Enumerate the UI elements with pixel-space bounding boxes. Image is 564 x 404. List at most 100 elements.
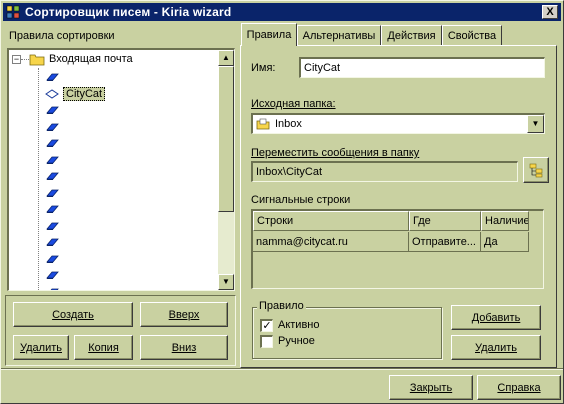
copy-button-label: Копия: [88, 341, 119, 354]
rule-icon: [46, 139, 59, 147]
column-header-where[interactable]: Где: [409, 211, 481, 231]
rule-icon: [46, 156, 59, 164]
column-header-presence[interactable]: Наличие: [481, 211, 529, 231]
tree-rule-item[interactable]: [45, 267, 59, 283]
tree-root-label: Входящая почта: [49, 53, 133, 65]
name-label: Имя:: [251, 62, 276, 74]
main-window: Сортировщик писем - Kiria wizard X Прави…: [0, 0, 564, 404]
down-button-label: Вниз: [171, 341, 197, 354]
source-folder-label: Исходная папка:: [251, 98, 336, 110]
up-button[interactable]: Вверх: [140, 302, 228, 327]
up-button-label: Вверх: [168, 308, 200, 321]
tab-actions[interactable]: Действия: [381, 25, 442, 45]
move-folder-field[interactable]: Inbox\CityCat: [251, 161, 518, 182]
tab-joint: [242, 45, 296, 47]
tree-rule-item[interactable]: [45, 119, 59, 135]
tab-properties[interactable]: Свойства: [442, 25, 502, 45]
close-button[interactable]: Закрыть: [389, 375, 473, 400]
inbox-folder-icon: [256, 118, 270, 130]
tree-rule-item[interactable]: [45, 218, 59, 234]
selected-rule-label: CityCat: [63, 86, 106, 101]
source-folder-select[interactable]: Inbox ▼: [251, 113, 545, 134]
cell-presence[interactable]: Да: [481, 232, 529, 252]
rule-icon: [46, 238, 59, 246]
scroll-down-icon[interactable]: ▼: [218, 274, 234, 290]
rules-tree[interactable]: − Входящая почта CityCat ▲ ▼: [7, 48, 235, 291]
rule-icon: [50, 288, 59, 290]
rule-groupbox: [252, 307, 442, 359]
tree-rule-selected[interactable]: CityCat: [45, 86, 106, 102]
tab-actions-label: Действия: [387, 29, 436, 42]
rule-icon: [46, 222, 59, 230]
rule-selected-icon: [45, 88, 59, 99]
close-window-button[interactable]: X: [542, 5, 558, 19]
tree-rule-item[interactable]: [45, 168, 59, 184]
tree-rule-item[interactable]: [45, 185, 59, 201]
tab-rules-label: Правила: [246, 29, 292, 41]
rule-group-title: Правило: [257, 300, 306, 312]
close-button-label: Закрыть: [409, 381, 453, 394]
rule-icon: [46, 106, 59, 114]
rule-icon: [46, 73, 59, 81]
rule-icon: [46, 255, 59, 263]
title-bar: Сортировщик писем - Kiria wizard X: [3, 3, 561, 21]
scroll-up-icon[interactable]: ▲: [218, 50, 234, 66]
manual-label: Ручное: [278, 335, 315, 347]
down-button[interactable]: Вниз: [140, 335, 228, 360]
name-input-value: CityCat: [304, 62, 341, 74]
folder-icon: [29, 54, 45, 66]
signal-strings-table[interactable]: Строки Где Наличие namma@citycat.ru Отпр…: [251, 209, 544, 289]
create-button[interactable]: Создать: [13, 302, 133, 327]
tree-rule-item[interactable]: [45, 201, 59, 217]
delete-string-button[interactable]: Удалить: [451, 335, 541, 360]
tab-alternatives-label: Альтернативы: [302, 29, 376, 42]
app-icon: [6, 5, 20, 19]
delete-rule-button[interactable]: Удалить: [13, 335, 69, 360]
tree-scrollbar[interactable]: ▲ ▼: [218, 50, 234, 290]
active-checkbox[interactable]: ✓: [260, 319, 273, 332]
folder-tree-icon: [529, 163, 543, 178]
tree-rule-item[interactable]: [45, 69, 59, 85]
rule-icon: [46, 172, 59, 180]
sort-rules-header: Правила сортировки: [9, 30, 115, 42]
cell-string[interactable]: namma@citycat.ru: [253, 232, 409, 252]
tab-properties-label: Свойства: [447, 29, 497, 42]
tree-rule-item[interactable]: [45, 102, 59, 118]
name-input[interactable]: CityCat: [299, 57, 545, 78]
active-label: Активно: [278, 319, 320, 331]
move-folder-label: Переместить сообщения в папку: [251, 147, 420, 159]
rule-icon: [46, 271, 59, 279]
help-button-label: Справка: [497, 381, 541, 394]
column-header-strings[interactable]: Строки: [253, 211, 409, 231]
copy-button[interactable]: Копия: [74, 335, 133, 360]
tree-root-inbox[interactable]: Входящая почта: [29, 51, 133, 67]
scroll-thumb[interactable]: [218, 66, 234, 212]
tree-rule-item[interactable]: [45, 152, 59, 168]
tree-rule-item[interactable]: [45, 135, 59, 151]
tree-rule-item[interactable]: [45, 284, 59, 290]
tab-rules[interactable]: Правила: [241, 23, 297, 46]
source-folder-value: Inbox: [275, 118, 302, 130]
browse-folder-button[interactable]: [523, 157, 549, 183]
rule-icon: [46, 123, 59, 131]
cell-where[interactable]: Отправите...: [409, 232, 481, 252]
window-title: Сортировщик писем - Kiria wizard: [25, 5, 232, 19]
rule-icon: [46, 205, 59, 213]
tree-line: [38, 68, 39, 290]
signal-strings-label: Сигнальные строки: [251, 194, 351, 206]
move-folder-value: Inbox\CityCat: [256, 166, 323, 178]
tree-rule-item[interactable]: [45, 234, 59, 250]
tree-rule-item[interactable]: [45, 251, 59, 267]
tab-alternatives[interactable]: Альтернативы: [297, 25, 381, 45]
create-button-label: Создать: [52, 308, 94, 321]
manual-checkbox[interactable]: [260, 335, 273, 348]
chevron-down-icon[interactable]: ▼: [527, 115, 544, 133]
delete-string-button-label: Удалить: [475, 341, 517, 354]
help-button[interactable]: Справка: [477, 375, 561, 400]
footer-divider: [1, 368, 563, 370]
delete-rule-button-label: Удалить: [20, 341, 62, 354]
rule-icon: [46, 189, 59, 197]
add-button-label: Добавить: [471, 311, 521, 324]
add-button[interactable]: Добавить: [451, 305, 541, 330]
collapse-icon[interactable]: −: [12, 55, 21, 64]
